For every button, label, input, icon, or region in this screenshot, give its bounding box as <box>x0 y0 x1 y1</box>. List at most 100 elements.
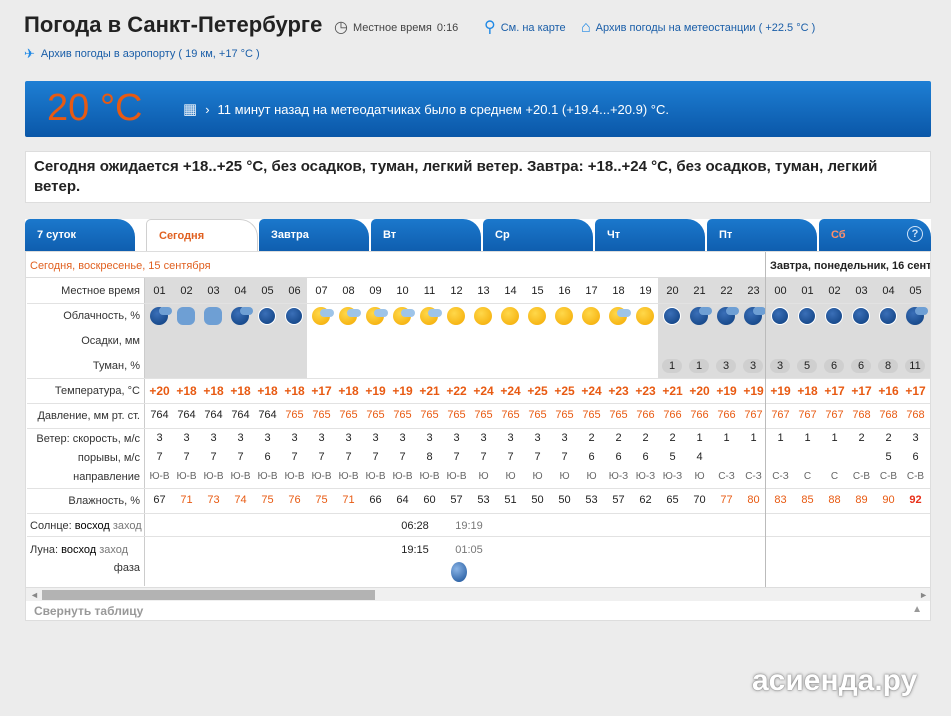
station-icon: ⌂ <box>581 19 591 36</box>
current-temp: 20 °C <box>47 87 143 129</box>
wind-speed-value: 3 <box>507 432 514 444</box>
chevron-right-icon: › <box>205 101 210 117</box>
wind-gust-value: 8 <box>426 451 433 463</box>
humidity-value: 51 <box>504 494 517 506</box>
wind-dir-value: С <box>803 471 812 482</box>
hour-cell: 09 <box>369 285 382 297</box>
hour-cell: 13 <box>477 285 490 297</box>
wind-speed-value: 3 <box>210 432 217 444</box>
temp-value: +25 <box>554 384 575 398</box>
map-link-label[interactable]: См. на карте <box>501 22 566 34</box>
sun-prefix: Солнце: <box>30 520 72 532</box>
map-link[interactable]: ⚲ См. на карте <box>484 20 566 36</box>
wind-gust-value: 7 <box>399 451 406 463</box>
hour-cell: 01 <box>801 285 814 297</box>
temp-value: +18 <box>797 384 818 398</box>
temp-value: +18 <box>203 384 224 398</box>
temp-value: +18 <box>176 384 197 398</box>
tab-sat[interactable]: Сб ? <box>819 219 931 251</box>
humidity-value: 62 <box>639 494 652 506</box>
wind-dir-value: С-З <box>718 471 735 482</box>
tab-sat-label[interactable]: Сб <box>831 229 846 241</box>
wind-dir-value: С-В <box>879 471 898 482</box>
collapse-table-link[interactable]: Свернуть таблицу <box>34 604 143 618</box>
tab-wed[interactable]: Ср <box>483 219 593 251</box>
fog-value: 3 <box>743 359 763 373</box>
local-time-value: 0:16 <box>436 22 459 34</box>
pressure-value: 767 <box>798 409 817 421</box>
tab-tomorrow[interactable]: Завтра <box>259 219 369 251</box>
wind-dir-value: Ю-В <box>419 471 440 482</box>
scroll-left-icon[interactable]: ◄ <box>30 588 39 602</box>
wind-speed-value: 1 <box>696 432 703 444</box>
wind-dir-value: Ю-В <box>176 471 197 482</box>
pressure-value: 767 <box>771 409 790 421</box>
wind-dir-value: Ю-В <box>392 471 413 482</box>
pressure-value: 765 <box>366 409 385 421</box>
pressure-value: 765 <box>474 409 493 421</box>
temp-value: +19 <box>743 384 764 398</box>
airport-archive-link[interactable]: ✈ Архив погоды в аэропорту ( 19 км, +17 … <box>24 46 260 62</box>
hour-cell: 22 <box>720 285 733 297</box>
tab-tue[interactable]: Вт <box>371 219 481 251</box>
moonrise-time: 19:15 <box>401 544 429 556</box>
tab-fri[interactable]: Пт <box>707 219 817 251</box>
wind-dir-value: Ю-З <box>662 471 683 482</box>
wind-gust-value: 7 <box>318 451 325 463</box>
pressure-value: 768 <box>852 409 871 421</box>
hour-cell: 11 <box>423 285 436 297</box>
station-archive-link[interactable]: ⌂ Архив погоды на метеостанции ( +22.5 °… <box>581 20 815 36</box>
temp-value: +23 <box>635 384 656 398</box>
airport-archive-label[interactable]: Архив погоды в аэропорту ( 19 км, +17 °C… <box>41 48 260 60</box>
row-divider <box>27 303 930 304</box>
pressure-value: 766 <box>663 409 682 421</box>
temp-value: +17 <box>851 384 872 398</box>
scroll-right-icon[interactable]: ► <box>919 588 928 602</box>
pressure-value: 765 <box>582 409 601 421</box>
cloud-icon <box>150 307 172 325</box>
temp-value: +19 <box>365 384 386 398</box>
temp-value: +20 <box>149 384 170 398</box>
humidity-value: 50 <box>531 494 544 506</box>
wind-dir-value: С-З <box>772 471 789 482</box>
moon-set-label: заход <box>99 544 129 556</box>
tab-thu[interactable]: Чт <box>595 219 705 251</box>
wind-dir-value: Ю <box>694 471 705 482</box>
scroll-thumb[interactable] <box>42 590 375 600</box>
temp-value: +17 <box>824 384 845 398</box>
temp-value: +21 <box>662 384 683 398</box>
tab-7-days[interactable]: 7 суток <box>25 219 135 251</box>
tab-today[interactable]: Сегодня <box>146 219 258 251</box>
today-label: Сегодня, воскресенье, 15 сентября <box>30 260 211 272</box>
wind-gust-value: 5 <box>885 451 892 463</box>
humidity-value: 75 <box>315 494 328 506</box>
hour-cell: 04 <box>234 285 247 297</box>
local-time: ◷ Местное время 0:16 <box>334 20 458 36</box>
temp-value: +24 <box>473 384 494 398</box>
row-divider <box>27 488 930 489</box>
wind-gust-value: 7 <box>237 451 244 463</box>
moon-icon <box>852 307 870 325</box>
pressure-value: 767 <box>744 409 763 421</box>
wind-speed-value: 3 <box>345 432 352 444</box>
pressure-value: 765 <box>501 409 520 421</box>
sunrise-time: 06:28 <box>401 520 429 532</box>
wind-dir-value: Ю <box>586 471 597 482</box>
temp-value: +20 <box>689 384 710 398</box>
humidity-value: 53 <box>585 494 598 506</box>
help-icon[interactable]: ? <box>907 226 923 242</box>
cloud-icon <box>312 307 334 325</box>
caret-up-icon[interactable]: ▲ <box>912 604 922 615</box>
hour-cell: 10 <box>396 285 409 297</box>
horizontal-scrollbar[interactable]: ◄ ► <box>26 587 930 602</box>
wind-speed-value: 3 <box>912 432 919 444</box>
wind-speed-value: 1 <box>831 432 838 444</box>
plane-icon: ✈ <box>24 46 35 61</box>
fog-value: 6 <box>824 359 844 373</box>
hour-cell: 00 <box>774 285 787 297</box>
humidity-value: 89 <box>855 494 868 506</box>
row-divider <box>27 536 930 537</box>
pressure-value: 768 <box>879 409 898 421</box>
station-archive-label[interactable]: Архив погоды на метеостанции ( +22.5 °C … <box>596 22 816 34</box>
moon-icon <box>663 307 681 325</box>
